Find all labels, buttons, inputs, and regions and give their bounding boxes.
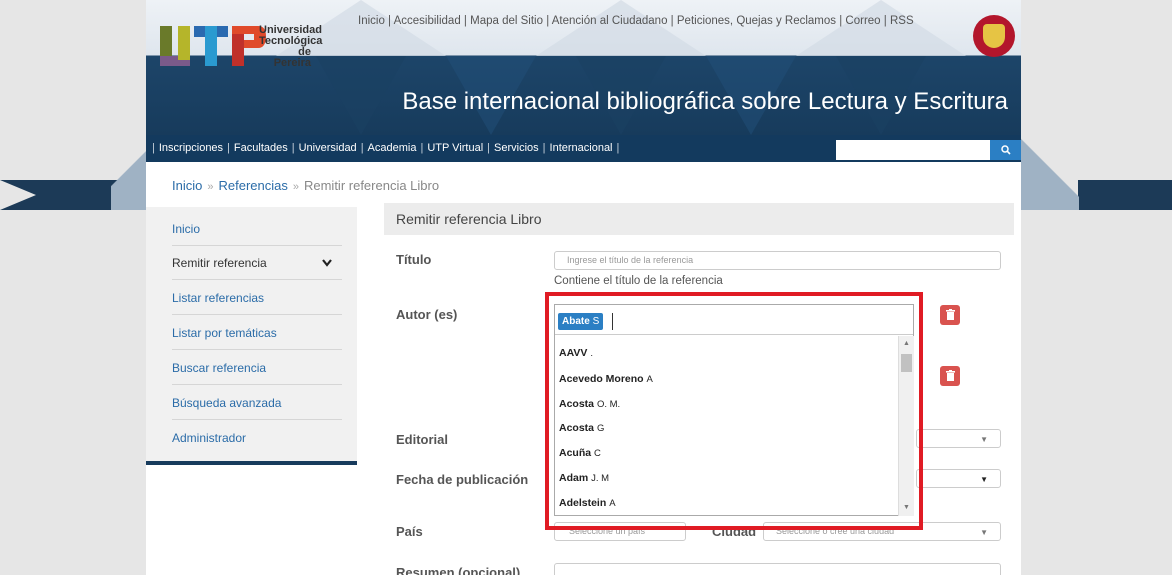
chevron-down-icon: ▼ [980, 435, 988, 444]
site-title: Base internacional bibliográfica sobre L… [402, 88, 1008, 115]
nav-academia[interactable]: Academia [368, 142, 417, 154]
fecha-select[interactable]: ▼ [916, 469, 1001, 488]
search-button[interactable] [990, 140, 1021, 160]
toplink-rss[interactable]: RSS [890, 15, 914, 27]
nav-inscripciones[interactable]: Inscripciones [159, 142, 223, 154]
sidebar-item-label: Búsqueda avanzada [172, 396, 282, 410]
sidebar-item-buscar-referencia[interactable]: Buscar referencia [172, 350, 342, 385]
pais-label: País [396, 524, 423, 539]
right-ribbon-fold [1021, 135, 1079, 210]
sidebar-item-remitir-referencia[interactable]: Remitir referencia [172, 245, 342, 280]
page: Universidad Tecnológica de Pereira Inici… [146, 0, 1021, 575]
toplink-mapa[interactable]: Mapa del Sitio [470, 15, 543, 27]
editorial-select[interactable]: ▼ [916, 429, 1001, 448]
nav-internacional[interactable]: Internacional [550, 142, 613, 154]
chevron-down-icon: ▼ [980, 475, 988, 484]
logo-text: Universidad Tecnológica de Pereira [259, 25, 322, 69]
toplink-correo[interactable]: Correo [845, 15, 880, 27]
toplink-pqr[interactable]: Peticiones, Quejas y Reclamos [677, 15, 836, 27]
sidebar-item-inicio[interactable]: Inicio [172, 211, 342, 246]
editorial-label: Editorial [396, 432, 449, 447]
nav-universidad[interactable]: Universidad [299, 142, 357, 154]
sidebar-item-listar-tematicas[interactable]: Listar por temáticas [172, 315, 342, 350]
resumen-textarea[interactable] [554, 563, 1001, 575]
right-ribbon [1078, 180, 1172, 210]
titulo-label: Título [396, 252, 432, 267]
form-heading: Remitir referencia Libro [384, 203, 1014, 235]
breadcrumb-referencias[interactable]: Referencias [218, 178, 287, 193]
resumen-label: Resumen (opcional) [396, 565, 521, 575]
toplink-inicio[interactable]: Inicio [358, 15, 385, 27]
site-header: Universidad Tecnológica de Pereira Inici… [146, 0, 1021, 135]
sidebar-item-busqueda-avanzada[interactable]: Búsqueda avanzada [172, 385, 342, 420]
titulo-input[interactable]: Ingrese el título de la referencia [554, 251, 1001, 270]
sidebar-item-label: Inicio [172, 222, 201, 236]
breadcrumb-separator: » [292, 181, 299, 193]
top-links: Inicio | Accesibilidad | Mapa del Sitio … [358, 15, 914, 27]
breadcrumb-inicio[interactable]: Inicio [172, 178, 202, 193]
left-ribbon-fold [111, 135, 146, 210]
trash-icon [945, 309, 955, 320]
sidebar-item-label: Remitir referencia [172, 256, 267, 270]
sidebar-item-label: Administrador [172, 431, 247, 445]
sidebar-item-label: Listar referencias [172, 291, 265, 305]
fecha-label: Fecha de publicación [396, 472, 529, 487]
breadcrumb-current: Remitir referencia Libro [303, 178, 440, 193]
annotation-highlight-box [545, 292, 923, 530]
sidebar-item-label: Listar por temáticas [172, 326, 277, 340]
breadcrumb-separator: » [207, 181, 214, 193]
autor-label: Autor (es) [396, 307, 458, 322]
nav-facultades[interactable]: Facultades [234, 142, 288, 154]
delete-author-button[interactable] [940, 366, 960, 386]
nav-utp-virtual[interactable]: UTP Virtual [427, 142, 483, 154]
search-icon [1000, 145, 1011, 155]
trash-icon [945, 370, 955, 381]
colombia-coat-of-arms-icon [973, 15, 1015, 57]
search-input[interactable] [836, 140, 990, 160]
toplink-accesibilidad[interactable]: Accesibilidad [394, 15, 461, 27]
breadcrumb: Inicio » Referencias » Remitir referencia Li… [172, 178, 439, 193]
titulo-help: Contiene el título de la referencia [554, 275, 723, 287]
chevron-down-icon [322, 245, 332, 281]
delete-author-button[interactable] [940, 305, 960, 325]
toplink-atencion[interactable]: Atención al Ciudadano [552, 15, 668, 27]
sidebar: Inicio Remitir referencia Listar referen… [146, 207, 357, 465]
nav-servicios[interactable]: Servicios [494, 142, 539, 154]
sidebar-item-listar-referencias[interactable]: Listar referencias [172, 280, 342, 315]
logo-line-3: de Pereira [273, 46, 311, 69]
chevron-down-icon: ▼ [980, 528, 988, 537]
sidebar-item-label: Buscar referencia [172, 361, 267, 375]
sidebar-item-administrador[interactable]: Administrador [172, 420, 342, 455]
